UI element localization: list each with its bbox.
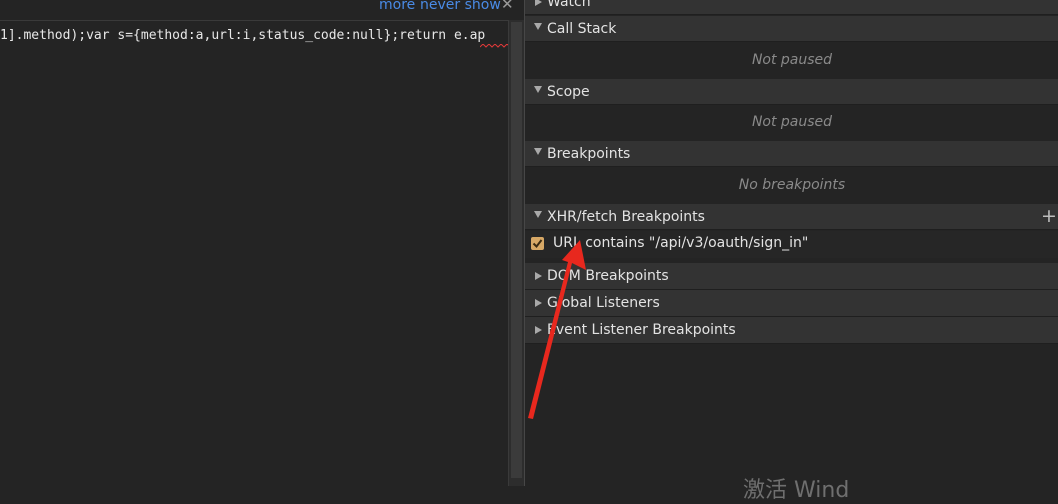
global-listeners-title: Global Listeners (547, 295, 660, 311)
scope-placeholder: Not paused (751, 114, 833, 130)
call-stack-body: Not paused (525, 42, 1058, 79)
expand-triangle-icon (535, 299, 542, 307)
breakpoints-body: No breakpoints (525, 167, 1058, 204)
dom-breakpoints-title: DOM Breakpoints (547, 268, 669, 284)
xhr-breakpoints-title: XHR/fetch Breakpoints (547, 209, 705, 225)
expand-triangle-icon (535, 326, 542, 334)
global-listeners-section-header[interactable]: Global Listeners (525, 290, 1058, 317)
syntax-error-squiggle (480, 44, 510, 48)
collapse-triangle-icon (534, 211, 542, 218)
debugger-sidebar: Watch Call Stack Not paused Scope Not pa… (524, 0, 1058, 503)
event-listener-breakpoints-section-header[interactable]: Event Listener Breakpoints (525, 317, 1058, 344)
xhr-breakpoint-entry[interactable]: URL contains "/api/v3/oauth/sign_in" (525, 231, 1058, 258)
more-link[interactable]: more (379, 0, 415, 13)
add-icon[interactable]: + (1041, 206, 1057, 226)
breakpoints-section-header[interactable]: Breakpoints (525, 141, 1058, 167)
scrollbar-thumb[interactable] (511, 22, 522, 478)
watch-title: Watch (547, 0, 591, 10)
call-stack-section-header[interactable]: Call Stack (525, 16, 1058, 42)
infobar: more never show ✕ (0, 0, 523, 21)
breakpoint-checkbox[interactable] (531, 237, 544, 250)
dom-breakpoints-section-header[interactable]: DOM Breakpoints (525, 263, 1058, 290)
checkbox-check-icon (532, 239, 543, 249)
scope-body: Not paused (525, 105, 1058, 141)
call-stack-placeholder: Not paused (751, 52, 833, 68)
never-show-link[interactable]: never show (420, 0, 501, 13)
collapse-triangle-icon (534, 86, 542, 93)
breakpoints-title: Breakpoints (547, 146, 631, 162)
call-stack-title: Call Stack (547, 21, 617, 37)
scope-title: Scope (547, 84, 590, 100)
expand-triangle-icon (535, 272, 542, 280)
scope-section-header[interactable]: Scope (525, 79, 1058, 105)
collapse-triangle-icon (534, 148, 542, 155)
breakpoints-placeholder: No breakpoints (738, 177, 846, 193)
expand-triangle-icon (535, 0, 542, 6)
breakpoint-url-label: URL contains "/api/v3/oauth/sign_in" (553, 235, 809, 251)
event-listener-breakpoints-title: Event Listener Breakpoints (547, 322, 736, 338)
vertical-scrollbar[interactable] (508, 20, 524, 486)
xhr-breakpoints-section-header[interactable]: XHR/fetch Breakpoints + (525, 204, 1058, 230)
watch-section-header[interactable]: Watch (525, 0, 1058, 15)
code-line[interactable]: 1].method);var s={method:a,url:i,status_… (0, 27, 508, 45)
collapse-triangle-icon (534, 23, 542, 30)
source-pane: 1].method);var s={method:a,url:i,status_… (0, 0, 510, 486)
activation-watermark: 激活 Wind (743, 478, 850, 503)
close-icon[interactable]: ✕ (501, 0, 514, 13)
